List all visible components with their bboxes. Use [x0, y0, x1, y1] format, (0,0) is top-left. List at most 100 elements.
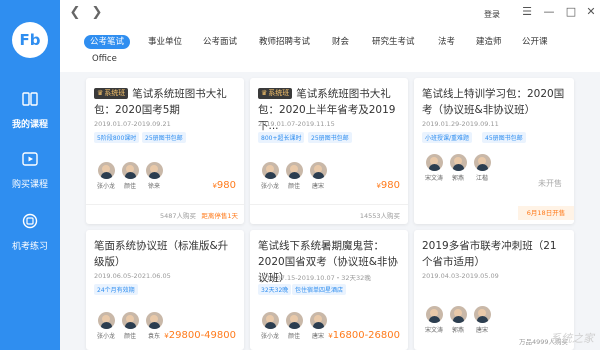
- course-card[interactable]: 笔试线下系统暑期魔鬼营：2020国省双考（协议班&非协议班） 2019.07.1…: [250, 230, 408, 350]
- teacher: 江楷: [470, 154, 494, 182]
- course-card[interactable]: 笔试线上特训学习包：2020国考（协议班&非协议班） 2019.01.29-20…: [414, 78, 574, 224]
- watermark: 系统之家: [550, 332, 594, 345]
- avatar: [121, 312, 139, 329]
- buyer-count: 14553人购买: [359, 212, 400, 220]
- price: ¥980: [212, 180, 236, 191]
- tab-gongkao-bishi[interactable]: 公考笔试: [84, 35, 131, 49]
- tab-shiye-danwei[interactable]: 事业单位: [148, 35, 182, 49]
- course-date: 2019.06.05-2021.06.05: [94, 272, 171, 280]
- avatar: [121, 162, 139, 179]
- course-title: ♛系统班 笔试系统班图书大礼包：2020国考5期: [94, 88, 227, 116]
- tab-gongkao-mianshi[interactable]: 公考面试: [203, 35, 237, 49]
- sidebar-item-label: 机考练习: [11, 242, 48, 252]
- chevron-left-icon[interactable]: ❮: [68, 6, 82, 20]
- avatar: [145, 162, 163, 179]
- teacher: 张小龙: [258, 162, 282, 190]
- tab-caikuai[interactable]: 财会: [332, 35, 349, 49]
- category-tabs: 公考笔试 事业单位 公考面试 教师招聘考试 财会 研究生考试 法考 建造师 公开…: [60, 28, 600, 72]
- avatar: [309, 312, 327, 329]
- feature-chip: 25册图书包邮: [308, 132, 352, 143]
- course-title: 笔面系统协议班（标准版&升级版）: [94, 240, 229, 268]
- teacher: 颜佳: [282, 312, 306, 340]
- sale-countdown: 距离停售1天: [201, 212, 238, 220]
- price: ¥29800-49800: [164, 330, 236, 341]
- feature-chip: 包住宿单四星酒店: [292, 284, 347, 295]
- sidebar-item-buy-courses[interactable]: 购买课程: [0, 150, 60, 191]
- teacher: 唐宋: [306, 162, 330, 190]
- teacher: 唐宋: [306, 312, 330, 340]
- course-date: 2019.01.07-2019.11.15: [258, 120, 335, 128]
- feature-chip: 5阶段800课时: [94, 132, 140, 143]
- avatar: [261, 162, 279, 179]
- teacher: 袁东: [142, 312, 166, 340]
- course-card[interactable]: ♛系统班 笔试系统班图书大礼包：2020上半年省考及2019下... 2019.0…: [250, 78, 408, 224]
- chevron-right-icon[interactable]: ❯: [90, 6, 104, 20]
- sidebar-item-label: 我的课程: [11, 120, 48, 130]
- price: ¥16800-26800: [328, 330, 400, 341]
- sidebar-item-my-courses[interactable]: 我的课程: [0, 90, 60, 131]
- teacher: 宋文涛: [422, 306, 446, 334]
- teacher: 徐来: [142, 162, 166, 190]
- tab-jiaoshi-zhaopin[interactable]: 教师招聘考试: [259, 35, 310, 49]
- avatar: [97, 162, 115, 179]
- feature-chip: 800+超长课时: [258, 132, 305, 143]
- teacher: 颜佳: [118, 162, 142, 190]
- teacher: 张小龙: [94, 162, 118, 190]
- tab-gongkaike[interactable]: 公开课: [522, 35, 548, 49]
- minimize-icon[interactable]: —: [542, 5, 556, 19]
- course-date: 2019.01.07-2019.09.21: [94, 120, 171, 128]
- avatar: [145, 312, 163, 329]
- feature-chip: 32天32晚: [258, 284, 292, 295]
- tab-yanjiusheng[interactable]: 研究生考试: [372, 35, 415, 49]
- crown-icon: ♛: [97, 89, 104, 97]
- avatar: [473, 306, 491, 323]
- course-title: 笔试线上特训学习包：2020国考（协议班&非协议班）: [422, 88, 565, 116]
- login-link[interactable]: 登录: [484, 9, 500, 20]
- feature-chip: 24个月有效期: [94, 284, 138, 295]
- avatar: [473, 154, 491, 171]
- sidebar: Fb 我的课程 购买课程 机考练习: [0, 0, 60, 350]
- menu-icon[interactable]: ☰: [520, 5, 534, 19]
- tab-jianzaoshi[interactable]: 建造师: [476, 35, 502, 49]
- teacher: 郭燕: [446, 154, 470, 182]
- tab-office[interactable]: Office: [92, 52, 117, 66]
- teacher: 张小龙: [258, 312, 282, 340]
- course-card[interactable]: 笔面系统协议班（标准版&升级版） 2019.06.05-2021.06.05 2…: [86, 230, 244, 350]
- class-tag: ♛系统班: [258, 88, 293, 99]
- divider: [86, 204, 244, 205]
- course-date: 2019.04.03-2019.05.09: [422, 272, 499, 280]
- divider: [250, 204, 408, 205]
- sidebar-item-exam-practice[interactable]: 机考练习: [0, 212, 60, 253]
- book-icon: [22, 92, 38, 106]
- teacher: 颜佳: [118, 312, 142, 340]
- app-logo: Fb: [12, 22, 48, 58]
- teacher: 颜佳: [282, 162, 306, 190]
- feature-chip: 45册图书包邮: [482, 132, 526, 143]
- teacher: 郭燕: [446, 306, 470, 334]
- feature-chip: 25册图书包邮: [142, 132, 186, 143]
- avatar: [261, 312, 279, 329]
- teacher: 张小龙: [94, 312, 118, 340]
- buyer-count: 5487人购买: [159, 212, 196, 220]
- teacher: 唐宋: [470, 306, 494, 334]
- avatar: [425, 306, 443, 323]
- course-date: 2019.01.29-2019.09.11: [422, 120, 499, 128]
- tab-fakao[interactable]: 法考: [438, 35, 455, 49]
- course-title: 2019多省市联考冲刺班（21个省市适用）: [422, 240, 557, 268]
- close-icon[interactable]: ✕: [584, 5, 598, 19]
- play-icon: [22, 152, 38, 166]
- avatar: [97, 312, 115, 329]
- avatar: [285, 162, 303, 179]
- sidebar-item-label: 购买课程: [11, 180, 48, 190]
- avatar: [425, 154, 443, 171]
- price: ¥980: [376, 180, 400, 191]
- avatar: [449, 306, 467, 323]
- teacher: 宋文涛: [422, 154, 446, 182]
- exam-icon: [22, 213, 38, 229]
- course-card[interactable]: ♛系统班 笔试系统班图书大礼包：2020国考5期 2019.01.07-2019.…: [86, 78, 244, 224]
- sale-status: 未开售: [538, 179, 562, 188]
- crown-icon: ♛: [261, 89, 268, 97]
- maximize-icon[interactable]: □: [564, 5, 578, 19]
- feature-chip: 小班授课/重难题: [422, 132, 473, 143]
- course-date: 2019.07.15-2019.10.07・32天32晚: [258, 274, 371, 282]
